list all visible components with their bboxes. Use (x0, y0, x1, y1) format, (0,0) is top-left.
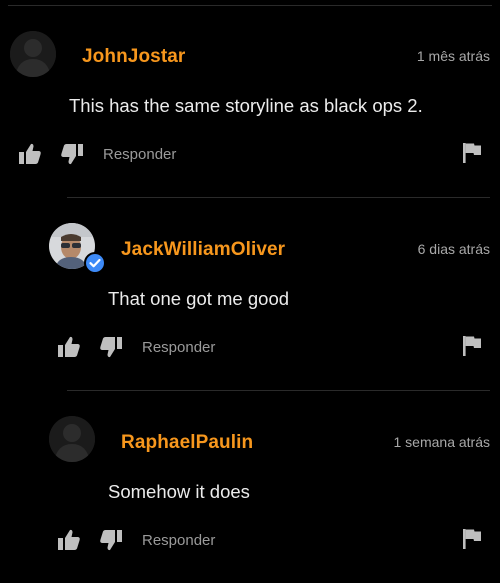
report-button[interactable] (462, 142, 482, 164)
comment-item: JackWilliamOliver 6 dias atrás That one … (0, 197, 500, 390)
checkmark-icon (89, 258, 101, 268)
flag-icon (463, 143, 481, 163)
reply-button[interactable]: Responder (103, 146, 176, 163)
thumbs-up-icon (19, 143, 41, 164)
comment-item: RaphaelPaulin 1 semana atrás Somehow it … (0, 390, 500, 583)
verified-badge (84, 252, 106, 274)
reply-button[interactable]: Responder (142, 532, 215, 549)
comment-text: That one got me good (108, 288, 290, 309)
comment-timestamp: 1 mês atrás (416, 48, 490, 64)
comment-timestamp: 1 semana atrás (393, 434, 491, 450)
avatar[interactable] (49, 416, 95, 462)
like-button[interactable] (18, 143, 42, 165)
dislike-button[interactable] (99, 336, 123, 358)
comments-page: { "theme": { "background": "#000000", "u… (0, 0, 500, 583)
reply-button[interactable]: Responder (142, 339, 215, 356)
flag-icon (463, 529, 481, 549)
comment-item: JohnJostar 1 mês atrás This has the same… (0, 0, 500, 196)
comment-text: This has the same storyline as black ops… (69, 95, 423, 116)
comment-username[interactable]: RaphaelPaulin (121, 432, 253, 454)
avatar[interactable] (10, 31, 56, 77)
thumbs-up-icon (58, 529, 80, 550)
report-button[interactable] (462, 528, 482, 550)
comment-username[interactable]: JackWilliamOliver (121, 239, 285, 261)
dislike-button[interactable] (60, 143, 84, 165)
thumbs-down-icon (61, 144, 83, 165)
comment-text: Somehow it does (108, 481, 250, 502)
default-avatar-icon (49, 416, 95, 462)
like-button[interactable] (57, 336, 81, 358)
report-button[interactable] (462, 335, 482, 357)
thumbs-up-icon (58, 336, 80, 357)
thumbs-down-icon (100, 530, 122, 551)
comment-timestamp: 6 dias atrás (417, 241, 490, 257)
comment-username[interactable]: JohnJostar (82, 46, 185, 68)
thumbs-down-icon (100, 337, 122, 358)
dislike-button[interactable] (99, 529, 123, 551)
flag-icon (463, 336, 481, 356)
default-avatar-icon (10, 31, 56, 77)
like-button[interactable] (57, 529, 81, 551)
